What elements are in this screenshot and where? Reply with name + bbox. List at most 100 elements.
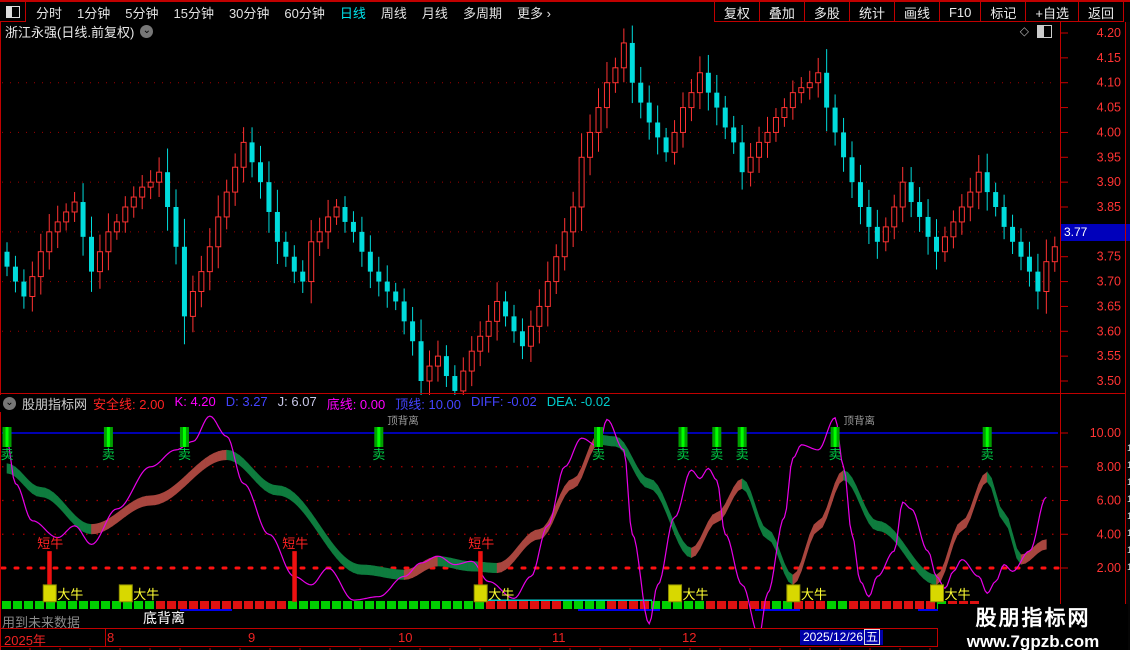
app-window: 分时 1分钟 5分钟 15分钟 30分钟 60分钟日线周线月线多周期更多 › 复权叠加多股… <box>0 0 1130 650</box>
svg-text:2.00: 2.00 <box>1097 561 1121 575</box>
toolbar-button-5[interactable]: F10 <box>939 2 980 22</box>
svg-text:3.50: 3.50 <box>1097 374 1121 388</box>
svg-text:大牛: 大牛 <box>133 587 159 602</box>
month-label-11: 11 <box>552 630 566 645</box>
period-tab-2[interactable]: 5分钟 <box>125 3 158 22</box>
diamond-icon[interactable]: ◇ <box>1020 24 1029 38</box>
svg-text:卖: 卖 <box>710 447 723 462</box>
svg-text:卖: 卖 <box>102 447 115 462</box>
svg-text:4.00: 4.00 <box>1097 527 1121 541</box>
toolbar-button-0[interactable]: 复权 <box>714 2 759 22</box>
period-tab-9[interactable]: 多周期 <box>463 3 502 22</box>
window-split-icon[interactable] <box>1037 25 1052 38</box>
toolbar: 分时 1分钟 5分钟 15分钟 30分钟 60分钟日线周线月线多周期更多 › 复权叠加多股… <box>0 0 1130 22</box>
svg-text:大牛: 大牛 <box>488 587 514 602</box>
svg-text:卖: 卖 <box>178 447 191 462</box>
period-tab-3[interactable]: 15分钟 <box>173 3 213 22</box>
period-tab-5[interactable]: 60分钟 <box>284 3 324 22</box>
svg-text:短牛: 短牛 <box>37 536 63 551</box>
svg-text:顶背离: 顶背离 <box>387 414 419 427</box>
indicator-value-2: D: 3.27 <box>226 394 268 413</box>
split-window-icon[interactable] <box>0 2 26 22</box>
watermark-url: www.7gpzb.com <box>967 632 1100 650</box>
svg-text:卖: 卖 <box>372 447 385 462</box>
svg-text:大牛: 大牛 <box>945 587 971 602</box>
indicator-value-0: 安全线: 2.00 <box>93 394 165 413</box>
period-tab-10[interactable]: 更多 › <box>517 3 551 22</box>
indicator-collapse-icon[interactable]: ⌄ <box>3 397 16 410</box>
svg-text:卖: 卖 <box>736 447 749 462</box>
month-label-9: 9 <box>248 630 255 645</box>
bottom-divergence-label: 底背离 <box>143 608 185 628</box>
svg-text:10.00: 10.00 <box>1090 426 1121 440</box>
svg-text:4.05: 4.05 <box>1097 101 1121 115</box>
right-sidebar-strip: 11111111 <box>1125 0 1130 650</box>
month-label-10: 10 <box>398 630 412 645</box>
left-border <box>0 0 1 650</box>
chart-canvas: 4.204.154.104.054.003.953.903.853.803.75… <box>0 0 1130 650</box>
toolbar-button-1[interactable]: 叠加 <box>759 2 804 22</box>
period-tabs: 分时 1分钟 5分钟 15分钟 30分钟 60分钟日线周线月线多周期更多 › <box>36 3 551 22</box>
chevron-down-icon[interactable]: ⌄ <box>140 25 153 38</box>
svg-text:卖: 卖 <box>981 447 994 462</box>
toolbar-button-7[interactable]: +自选 <box>1025 2 1078 22</box>
indicator-value-6: DIFF: -0.02 <box>471 394 537 413</box>
svg-text:短牛: 短牛 <box>282 536 308 551</box>
period-tab-0[interactable]: 分时 <box>36 3 62 22</box>
toolbar-button-8[interactable]: 返回 <box>1078 2 1124 22</box>
period-tab-7[interactable]: 周线 <box>381 3 407 22</box>
period-tab-6[interactable]: 日线 <box>340 3 366 22</box>
svg-text:3.90: 3.90 <box>1097 175 1121 189</box>
indicator-value-5: 顶线: 10.00 <box>395 394 461 413</box>
month-label-12: 12 <box>682 630 696 645</box>
indicator-value-3: J: 6.07 <box>278 394 317 413</box>
toolbar-button-2[interactable]: 多股 <box>804 2 849 22</box>
svg-text:3.70: 3.70 <box>1097 275 1121 289</box>
indicator-values: 安全线: 2.00 K: 4.20 D: 3.27 J: 6.07 底线: 0.00 顶线… <box>93 394 610 413</box>
svg-text:3.55: 3.55 <box>1097 349 1121 363</box>
svg-text:4.15: 4.15 <box>1097 51 1121 65</box>
year-label: 2025年 <box>4 630 46 649</box>
svg-text:8.00: 8.00 <box>1097 460 1121 474</box>
period-tab-1[interactable]: 1分钟 <box>77 3 110 22</box>
svg-text:3.85: 3.85 <box>1097 200 1121 214</box>
indicator-source-name: 股朋指标网 <box>22 394 87 413</box>
period-tab-4[interactable]: 30分钟 <box>229 3 269 22</box>
watermark: 股朋指标网 www.7gpzb.com <box>938 604 1128 650</box>
last-date: 2025/12/26 <box>803 630 863 644</box>
year-box-divider <box>105 629 106 646</box>
stock-title: 浙江永强(日线.前复权) <box>5 22 134 41</box>
indicator-value-1: K: 4.20 <box>175 394 216 413</box>
svg-text:4.00: 4.00 <box>1097 125 1121 139</box>
svg-text:3.60: 3.60 <box>1097 324 1121 338</box>
toolbar-button-4[interactable]: 画线 <box>894 2 939 22</box>
svg-text:卖: 卖 <box>0 447 13 462</box>
toolbar-button-6[interactable]: 标记 <box>980 2 1025 22</box>
last-date-box: 2025/12/26五 <box>800 630 883 645</box>
svg-text:3.65: 3.65 <box>1097 299 1121 313</box>
axis-separator <box>1060 22 1061 647</box>
svg-text:4.10: 4.10 <box>1097 76 1121 90</box>
svg-text:3.95: 3.95 <box>1097 150 1121 164</box>
toolbar-buttons: 复权叠加多股统计画线F10标记+自选返回 <box>714 2 1124 22</box>
indicator-value-7: DEA: -0.02 <box>547 394 611 413</box>
svg-text:4.20: 4.20 <box>1097 26 1121 40</box>
svg-text:大牛: 大牛 <box>57 587 83 602</box>
toolbar-button-3[interactable]: 统计 <box>849 2 894 22</box>
svg-text:卖: 卖 <box>829 447 842 462</box>
status-row: 用到未来数据 底背离 <box>0 611 935 627</box>
watermark-site-name: 股朋指标网 <box>976 602 1091 632</box>
weekday-suffix: 五 <box>864 629 880 645</box>
svg-text:大牛: 大牛 <box>801 587 827 602</box>
svg-text:3.75: 3.75 <box>1097 250 1121 264</box>
svg-text:6.00: 6.00 <box>1097 494 1121 508</box>
svg-text:卖: 卖 <box>592 447 605 462</box>
split-window-glyph <box>6 6 20 18</box>
svg-text:短牛: 短牛 <box>468 536 494 551</box>
period-tab-8[interactable]: 月线 <box>422 3 448 22</box>
indicator-value-4: 底线: 0.00 <box>327 394 386 413</box>
strip-price-highlight <box>1126 224 1130 241</box>
month-label-8: 8 <box>107 630 114 645</box>
time-axis[interactable]: 2025年 8 9 10 11 12 2025/12/26五 <box>0 628 938 647</box>
titlebar: 浙江永强(日线.前复权) ⌄ ◇ <box>0 22 1060 40</box>
